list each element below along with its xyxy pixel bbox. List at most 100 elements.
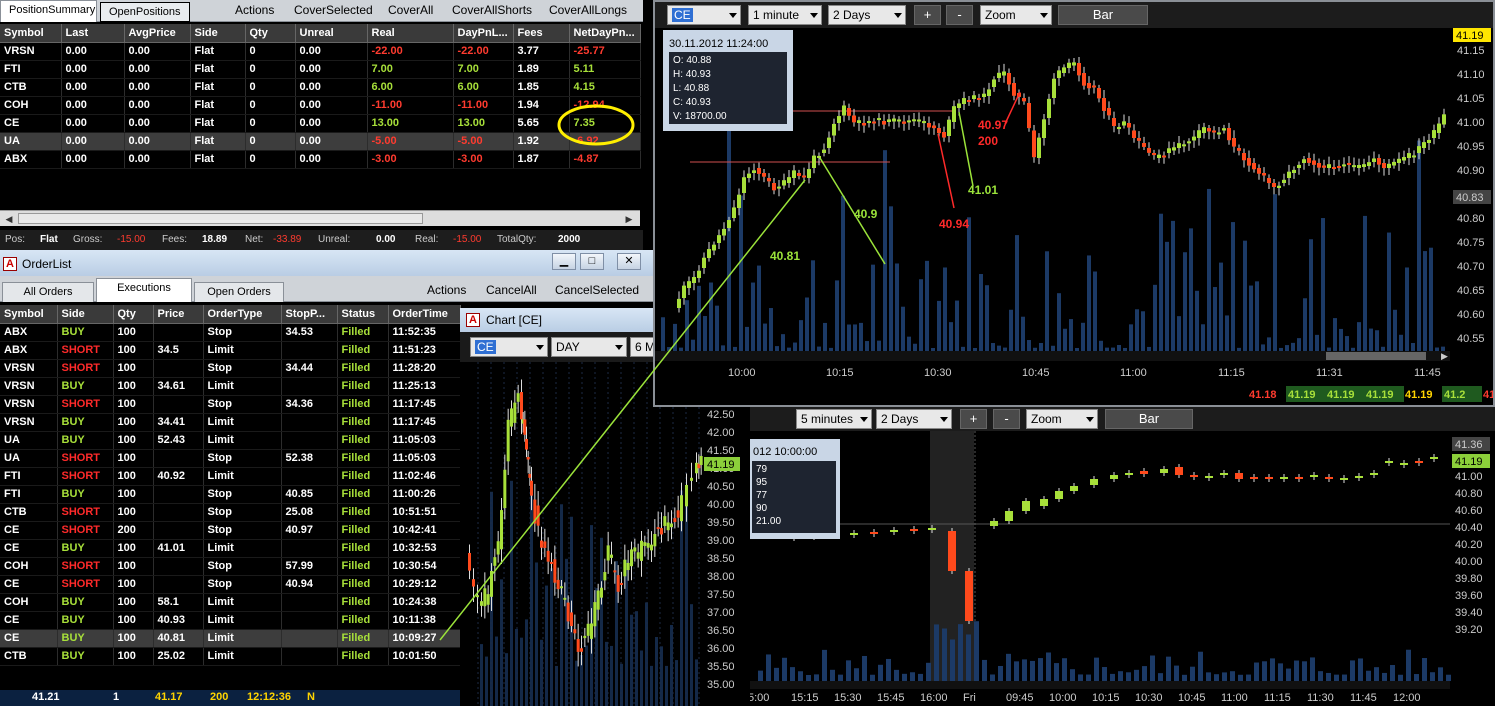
interval-select[interactable]: DAY: [551, 337, 627, 357]
minimize-icon[interactable]: ▁: [552, 253, 576, 270]
cover-all-shorts-button[interactable]: CoverAllShorts: [452, 3, 532, 17]
order-row[interactable]: ABX SHORT 100 34.5 Limit Filled 11:51:23: [0, 341, 461, 360]
scroll-right-icon[interactable]: ▶: [622, 212, 636, 226]
symbol-select[interactable]: CE: [470, 337, 548, 357]
column-header[interactable]: Side: [190, 24, 246, 43]
orderlist-actions-button[interactable]: Actions: [427, 283, 466, 297]
column-header[interactable]: Price: [153, 305, 204, 324]
cover-all-button[interactable]: CoverAll: [388, 3, 433, 17]
candle: [722, 228, 726, 236]
tab-all-orders[interactable]: All Orders: [2, 282, 94, 302]
y-tick-label: 39.40: [1455, 607, 1483, 619]
cancel-all-button[interactable]: CancelAll: [486, 283, 537, 297]
cover-all-longs-button[interactable]: CoverAllLongs: [549, 3, 627, 17]
cover-selected-button[interactable]: CoverSelected: [294, 3, 373, 17]
main-interval-select[interactable]: 1 minute: [748, 5, 822, 25]
tab-executions[interactable]: Executions: [96, 278, 192, 302]
order-row[interactable]: CE BUY 100 40.93 Limit Filled 10:11:38: [0, 611, 461, 630]
candle: [877, 118, 881, 121]
volume-bar: [1219, 262, 1223, 358]
column-header[interactable]: OrderType: [203, 305, 282, 324]
c5-time-scrollbar[interactable]: [750, 681, 1450, 689]
daily-candlestick-chart[interactable]: 42.5042.0041.5041.0040.5040.0039.5039.00…: [460, 362, 750, 706]
column-header[interactable]: AvgPrice: [124, 24, 191, 43]
order-row[interactable]: CTB SHORT 100 Stop 25.08 Filled 10:51:51: [0, 503, 461, 522]
order-row[interactable]: UA SHORT 100 Stop 52.38 Filled 11:05:03: [0, 449, 461, 468]
column-header[interactable]: Qty: [245, 24, 296, 43]
candle: [1407, 153, 1411, 158]
position-row[interactable]: CE 0.00 0.00 Flat 0 0.00 13.00 13.00 5.65 7.35: [0, 114, 641, 133]
position-row[interactable]: ABX 0.00 0.00 Flat 0 0.00 -3.00 -3.00 1.87 -4.87: [0, 150, 641, 169]
column-header[interactable]: Fees: [513, 24, 570, 43]
position-row[interactable]: COH 0.00 0.00 Flat 0 0.00 -11.00 -11.00 1.94 -12.…: [0, 96, 641, 115]
zoom-select[interactable]: Zoom: [980, 5, 1052, 25]
order-row[interactable]: CE BUY 100 40.81 Limit Filled 10:09:27: [0, 629, 461, 648]
volume-bar: [805, 297, 809, 358]
column-header[interactable]: NetDayPn...: [569, 24, 641, 43]
order-row[interactable]: UA BUY 100 52.43 Limit Filled 11:05:03: [0, 431, 461, 450]
order-row[interactable]: VRSN BUY 100 34.61 Limit Filled 11:25:13: [0, 377, 461, 396]
order-row[interactable]: FTI SHORT 100 40.92 Limit Filled 11:02:46: [0, 467, 461, 486]
position-row[interactable]: FTI 0.00 0.00 Flat 0 0.00 7.00 7.00 1.89 5.11: [0, 60, 641, 79]
tab-open-positions[interactable]: OpenPositions: [100, 2, 190, 22]
order-cell-symbol: CTB: [0, 503, 58, 522]
order-cell-price: [153, 395, 204, 414]
main-symbol-select[interactable]: CE: [667, 5, 741, 25]
column-header[interactable]: Last: [61, 24, 125, 43]
order-cell-type: Limit: [203, 467, 282, 486]
scroll-right-icon[interactable]: ▶: [1441, 351, 1448, 361]
bar-type-button[interactable]: Bar: [1058, 5, 1148, 25]
order-row[interactable]: CE BUY 100 41.01 Limit Filled 10:32:53: [0, 539, 461, 558]
actions-button[interactable]: Actions: [235, 3, 274, 17]
c5-zoom-select[interactable]: Zoom: [1026, 409, 1098, 429]
order-cell-symbol: ABX: [0, 323, 58, 342]
tape-value: 41.19: [1405, 389, 1433, 401]
scroll-left-icon[interactable]: ◀: [2, 212, 16, 226]
column-header[interactable]: Real: [367, 24, 454, 43]
column-header[interactable]: OrderTime: [388, 305, 461, 324]
cancel-selected-button[interactable]: CancelSelected: [555, 283, 639, 297]
order-row[interactable]: VRSN BUY 100 34.41 Limit Filled 11:17:45: [0, 413, 461, 432]
column-header[interactable]: StopP...: [281, 305, 338, 324]
totalqty-value: 2000: [558, 234, 581, 245]
zoom-out-button[interactable]: -: [946, 5, 973, 25]
order-row[interactable]: CE SHORT 200 Stop 40.97 Filled 10:42:41: [0, 521, 461, 540]
order-row[interactable]: VRSN SHORT 100 Stop 34.44 Filled 11:28:20: [0, 359, 461, 378]
column-header[interactable]: Symbol: [0, 305, 58, 324]
order-row[interactable]: COH SHORT 100 Stop 57.99 Filled 10:30:54: [0, 557, 461, 576]
column-header[interactable]: Qty: [113, 305, 154, 324]
tab-position-summary[interactable]: PositionSummary: [0, 0, 97, 22]
main-range-select[interactable]: 2 Days: [828, 5, 906, 25]
order-row[interactable]: CTB BUY 100 25.02 Limit Filled 10:01:50: [0, 647, 461, 666]
position-row[interactable]: VRSN 0.00 0.00 Flat 0 0.00 -22.00 -22.00 3.77 -25…: [0, 42, 641, 61]
position-row[interactable]: UA 0.00 0.00 Flat 0 0.00 -5.00 -5.00 1.92 -6.92: [0, 132, 641, 151]
time-scroll-thumb[interactable]: [1326, 352, 1426, 360]
c5-zoom-in-button[interactable]: +: [960, 409, 987, 429]
volume-bar: [966, 634, 971, 681]
c5-zoom-out-button[interactable]: -: [993, 409, 1020, 429]
order-row[interactable]: CE SHORT 100 Stop 40.94 Filled 10:29:12: [0, 575, 461, 594]
candle: [1062, 67, 1066, 73]
column-header[interactable]: Unreal: [295, 24, 368, 43]
horizontal-scrollbar[interactable]: ◀ ▶: [0, 210, 640, 226]
order-row[interactable]: VRSN SHORT 100 Stop 34.36 Filled 11:17:45: [0, 395, 461, 414]
y-tick-label: 40.55: [1457, 333, 1485, 345]
column-header[interactable]: Symbol: [0, 24, 62, 43]
five-minute-candlestick-chart[interactable]: 41.00 40.80 40.60 40.40 40.20 40.00 39.80 39.60…: [750, 431, 1495, 706]
volume-bar: [739, 195, 743, 358]
close-icon[interactable]: ✕: [617, 253, 641, 270]
order-row[interactable]: COH BUY 100 58.1 Limit Filled 10:24:38: [0, 593, 461, 612]
c5-bar-type-button[interactable]: Bar: [1105, 409, 1193, 429]
column-header[interactable]: Side: [57, 305, 114, 324]
maximize-icon[interactable]: □: [580, 253, 604, 270]
zoom-in-button[interactable]: +: [914, 5, 941, 25]
scrollbar-thumb[interactable]: [18, 213, 423, 224]
c5-interval-select[interactable]: 5 minutes: [796, 409, 872, 429]
column-header[interactable]: DayPnL...: [453, 24, 514, 43]
column-header[interactable]: Status: [337, 305, 389, 324]
position-row[interactable]: CTB 0.00 0.00 Flat 0 0.00 6.00 6.00 1.85 4.15: [0, 78, 641, 97]
tab-open-orders[interactable]: Open Orders: [194, 282, 284, 302]
order-row[interactable]: ABX BUY 100 Stop 34.53 Filled 11:52:35: [0, 323, 461, 342]
order-row[interactable]: FTI BUY 100 Stop 40.85 Filled 11:00:26: [0, 485, 461, 504]
c5-range-select[interactable]: 2 Days: [876, 409, 952, 429]
